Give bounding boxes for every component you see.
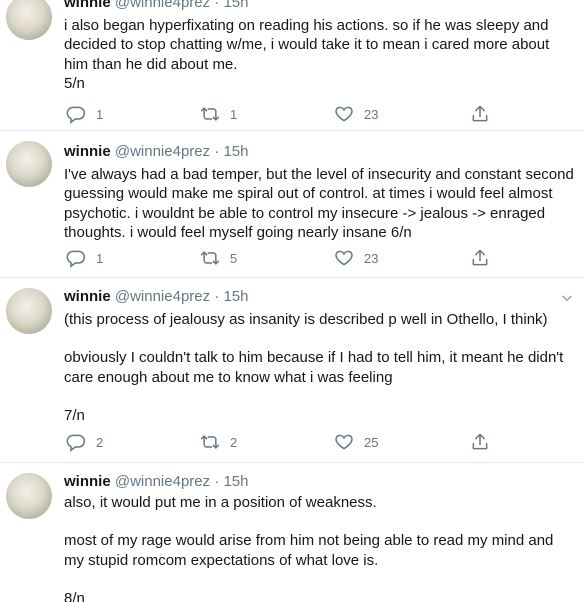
reply-icon	[66, 434, 86, 452]
avatar[interactable]	[6, 473, 52, 519]
share-button[interactable]	[470, 104, 490, 124]
tweet-text: (this process of jealousy as insanity is…	[64, 310, 576, 425]
share-icon	[472, 433, 488, 450]
retweet-icon	[200, 435, 220, 449]
tweet-header: winnie @winnie4prez · 15h	[64, 473, 249, 491]
retweet-button[interactable]: 2	[200, 432, 237, 452]
tweet-actions: 2 2 25	[64, 432, 514, 452]
heart-icon	[335, 106, 353, 122]
tweet-line: 5/n	[64, 74, 85, 92]
retweet-button[interactable]: 5	[200, 248, 237, 268]
avatar[interactable]	[6, 288, 52, 334]
retweet-count: 5	[230, 250, 238, 266]
timestamp[interactable]: 15h	[223, 0, 248, 11]
author-handle[interactable]: @winnie4prez	[115, 473, 210, 490]
tweet-actions: 1 5 23	[64, 248, 514, 268]
tweet-line: i also began hyperfixating on reading hi…	[64, 17, 550, 73]
like-button[interactable]: 23	[334, 248, 378, 268]
tweet-text: i also began hyperfixating on reading hi…	[64, 16, 576, 93]
tweet-thread: winnie @winnie4prez · 15h i also began h…	[0, 0, 584, 602]
reply-button[interactable]: 1	[66, 248, 103, 268]
tweet[interactable]: winnie @winnie4prez · 15h i also began h…	[0, 0, 584, 131]
tweet-line: (this process of jealousy as insanity is…	[64, 311, 548, 328]
share-icon	[472, 105, 488, 122]
timestamp[interactable]: 15h	[223, 288, 248, 305]
tweet[interactable]: winnie @winnie4prez · 15h I've always ha…	[0, 131, 584, 278]
tweet-line: 8/n	[64, 589, 85, 602]
retweet-count: 1	[230, 106, 238, 122]
reply-icon	[66, 250, 86, 268]
separator: ·	[214, 473, 220, 490]
tweet-line: obviously I couldn't talk to him because…	[64, 349, 564, 386]
share-button[interactable]	[470, 432, 490, 452]
tweet-header: winnie @winnie4prez · 15h	[64, 0, 249, 12]
like-count: 25	[364, 434, 379, 450]
reply-button[interactable]: 2	[66, 432, 103, 452]
author-name[interactable]: winnie	[64, 473, 111, 490]
author-name[interactable]: winnie	[64, 143, 111, 160]
author-name[interactable]: winnie	[64, 288, 111, 305]
avatar[interactable]	[6, 141, 52, 187]
timestamp[interactable]: 15h	[223, 143, 248, 160]
like-button[interactable]: 25	[334, 432, 378, 452]
author-handle[interactable]: @winnie4prez	[115, 143, 210, 160]
tweet-text: I've always had a bad temper, but the le…	[64, 165, 576, 242]
separator: ·	[214, 288, 220, 305]
like-count: 23	[364, 250, 379, 266]
timestamp[interactable]: 15h	[223, 473, 248, 490]
reply-icon	[66, 106, 86, 124]
tweet[interactable]: winnie @winnie4prez · 15h also, it would…	[0, 463, 584, 602]
separator: ·	[214, 143, 220, 160]
heart-icon	[335, 250, 353, 266]
author-name[interactable]: winnie	[64, 0, 111, 11]
tweet-line: I've always had a bad temper, but the le…	[64, 166, 574, 241]
chevron-down-icon[interactable]	[560, 291, 574, 305]
tweet-text: also, it would put me in a position of w…	[64, 493, 576, 602]
tweet-line: most of my rage would arise from him not…	[64, 532, 554, 569]
reply-count: 2	[96, 434, 104, 450]
retweet-count: 2	[230, 434, 238, 450]
share-icon	[472, 249, 488, 266]
tweet[interactable]: winnie @winnie4prez · 15h (this process …	[0, 278, 584, 463]
reply-count: 1	[96, 250, 104, 266]
author-handle[interactable]: @winnie4prez	[115, 0, 210, 11]
tweet-header: winnie @winnie4prez · 15h	[64, 288, 249, 306]
separator: ·	[214, 0, 220, 11]
tweet-header: winnie @winnie4prez · 15h	[64, 143, 249, 161]
tweet-line: 7/n	[64, 406, 85, 424]
avatar[interactable]	[6, 0, 52, 40]
retweet-button[interactable]: 1	[200, 104, 237, 124]
like-count: 23	[364, 106, 379, 122]
retweet-icon	[200, 107, 220, 121]
tweet-actions: 1 1 23	[64, 104, 514, 124]
reply-button[interactable]: 1	[66, 104, 103, 124]
share-button[interactable]	[470, 248, 490, 268]
reply-count: 1	[96, 106, 104, 122]
like-button[interactable]: 23	[334, 104, 378, 124]
retweet-icon	[200, 251, 220, 265]
heart-icon	[335, 434, 353, 450]
tweet-line: also, it would put me in a position of w…	[64, 494, 377, 511]
author-handle[interactable]: @winnie4prez	[115, 288, 210, 305]
